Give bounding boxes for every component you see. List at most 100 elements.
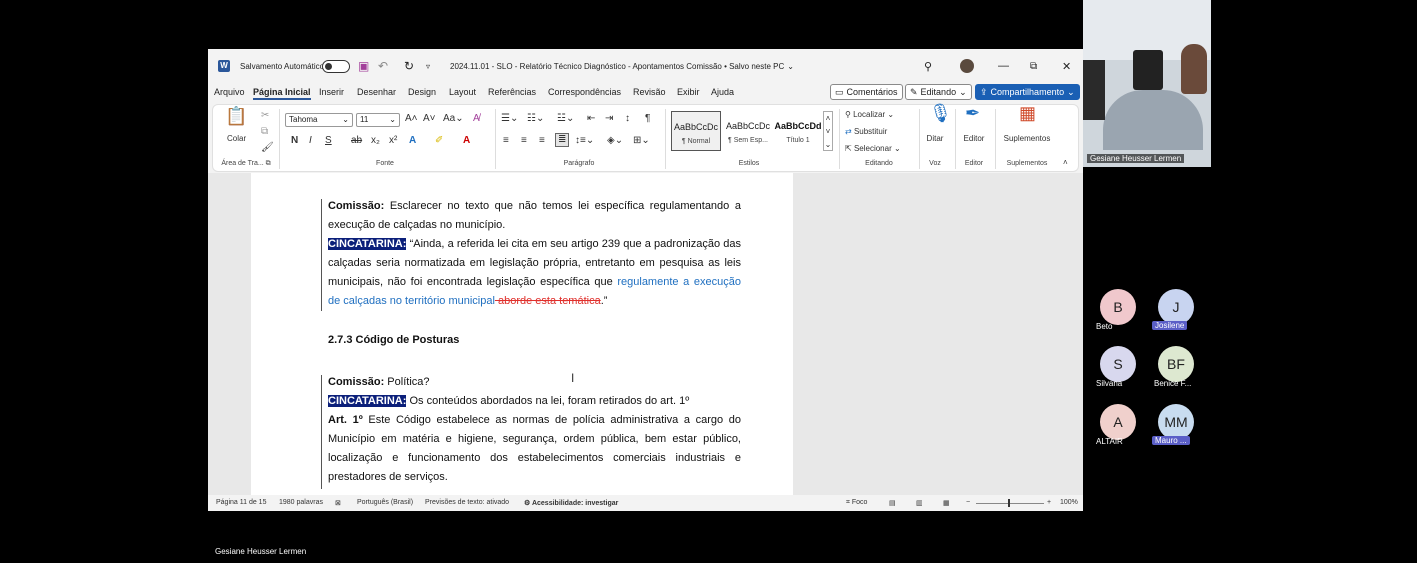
participant-avatar[interactable]: S [1100,346,1136,382]
tab-referencias[interactable]: Referências [488,87,536,97]
change-case-icon[interactable]: Aa⌄ [443,113,464,125]
align-right-icon[interactable]: ≡ [539,135,545,147]
video-feed[interactable]: Gesiane Heusser Lermen [1083,0,1211,167]
language[interactable]: Português (Brasil) [357,499,413,506]
document-title[interactable]: 2024.11.01 - SLO - Relatório Técnico Dia… [450,49,794,83]
dictate-button[interactable]: Ditar [923,133,947,145]
focus-button[interactable]: ⌗ Foco [846,499,867,507]
paste-label[interactable]: Colar [227,133,246,145]
copy-icon[interactable]: ⧉ [261,126,268,138]
word-count[interactable]: 1980 palavras [279,499,323,506]
style-sem-espacamento[interactable]: AaBbCcDc ¶ Sem Esp... [723,111,773,151]
show-marks-icon[interactable]: ¶ [645,113,650,125]
borders-icon[interactable]: ⊞⌄ [633,135,650,147]
line-spacing-icon[interactable]: ↕≡⌄ [575,135,594,147]
bold-icon[interactable]: N [291,135,298,147]
tab-design[interactable]: Design [408,87,436,97]
addins-button[interactable]: Suplementos [999,133,1055,145]
font-name-select[interactable]: Tahoma ⌄ [285,113,353,127]
zoom-in-icon[interactable]: + [1047,499,1051,506]
tab-desenhar[interactable]: Desenhar [357,87,396,97]
print-layout-icon[interactable]: ▥ [916,499,923,507]
styles-scroll[interactable]: ˄ ˅ ⌄ [823,111,833,151]
customize-toolbar-icon[interactable]: ▿ [426,49,430,83]
font-size-select[interactable]: 11 ⌄ [356,113,400,127]
tab-layout[interactable]: Layout [449,87,476,97]
page-count[interactable]: Página 11 de 15 [216,499,266,506]
zoom-level[interactable]: 100% [1060,499,1078,506]
style-titulo-1[interactable]: AaBbCcDd Título 1 [773,111,823,151]
collapse-ribbon-icon[interactable]: ˄ [1063,157,1068,169]
underline-icon[interactable]: S [325,135,332,147]
find-button[interactable]: ⚲ Localizar ⌄ [845,109,894,121]
strikethrough-icon[interactable]: ab [351,135,362,147]
read-mode-icon[interactable]: ▤ [889,499,896,507]
comments-button[interactable]: ▭ Comentários [830,84,903,100]
superscript-icon[interactable]: x² [389,135,397,147]
tab-revisao[interactable]: Revisão [633,87,666,97]
addins-icon[interactable]: ▦ [1019,104,1036,122]
align-left-icon[interactable]: ≡ [503,135,509,147]
participant-avatar[interactable]: B [1100,289,1136,325]
close-icon[interactable]: ✕ [1062,49,1071,83]
tab-exibir[interactable]: Exibir [677,87,700,97]
account-avatar[interactable] [960,49,974,83]
zoom-slider[interactable] [976,503,1044,504]
proofing-icon[interactable]: ⊠ [335,499,341,507]
redo-icon[interactable]: ↻ [404,49,414,83]
microphone-icon[interactable]: 🎙 [929,104,952,122]
numbering-icon[interactable]: ☷⌄ [527,113,544,125]
paragraph-cincatarina-1: CINCATARINA: “Ainda, a referida lei cita… [328,238,742,307]
replace-button[interactable]: ⇄ Substituir [845,126,887,138]
section-heading: 2.7.3 Código de Posturas [328,334,460,346]
share-button[interactable]: ⇪ Compartilhamento ⌄ [975,84,1080,100]
search-icon[interactable]: ⚲ [924,49,932,83]
italic-icon[interactable]: I [309,135,312,147]
highlight-icon[interactable]: ✐ [435,135,443,147]
font-color-icon[interactable]: A [463,135,470,147]
tab-pagina-inicial[interactable]: Página Inicial [253,87,311,100]
multilevel-list-icon[interactable]: ☳⌄ [557,113,574,125]
increase-indent-icon[interactable]: ⇥ [605,113,613,125]
tab-inserir[interactable]: Inserir [319,87,344,97]
participant-avatar[interactable]: MM [1158,404,1194,440]
change-bar [321,375,322,489]
zoom-slider-thumb[interactable] [1008,499,1010,507]
subscript-icon[interactable]: x₂ [371,135,380,147]
restore-icon[interactable]: ⧉ [1030,49,1037,83]
undo-icon[interactable]: ↶ [378,49,388,83]
sort-icon[interactable]: ↕ [625,113,630,125]
select-button[interactable]: ⇱ Selecionar ⌄ [845,143,901,155]
participant-avatar[interactable]: BF [1158,346,1194,382]
minimize-icon[interactable]: — [998,49,1009,83]
text-effects-icon[interactable]: A [409,135,416,147]
participant-avatar[interactable]: A [1100,404,1136,440]
cut-icon[interactable]: ✂ [261,110,269,122]
web-layout-icon[interactable]: ▦ [943,499,950,507]
style-normal[interactable]: AaBbCcDc ¶ Normal [671,111,721,151]
editing-mode-button[interactable]: ✎ Editando ⌄ [905,84,972,100]
format-painter-icon[interactable]: 🖌 [261,142,274,154]
justify-icon[interactable]: ≣ [555,133,570,147]
align-center-icon[interactable]: ≡ [521,135,527,147]
participant-avatar[interactable]: J [1158,289,1194,325]
tab-ajuda[interactable]: Ajuda [711,87,734,97]
document-page[interactable]: Comissão: Esclarecer no texto que não te… [251,173,793,495]
shrink-font-icon[interactable]: A˅ [423,113,436,125]
zoom-out-icon[interactable]: − [966,499,970,506]
tab-correspondencias[interactable]: Correspondências [548,87,621,97]
paste-icon[interactable]: 📋 [225,107,247,125]
text-predictions[interactable]: Previsões de texto: ativado [425,499,509,506]
editor-icon[interactable]: ✒ [965,104,980,122]
grow-font-icon[interactable]: A˄ [405,113,418,125]
clear-formatting-icon[interactable]: A̸ [473,113,480,125]
save-icon[interactable]: ▣ [358,49,369,83]
accessibility-status[interactable]: ⚙ Acessibilidade: investigar [524,499,618,507]
decrease-indent-icon[interactable]: ⇤ [587,113,595,125]
autosave-toggle[interactable] [322,49,350,83]
tab-arquivo[interactable]: Arquivo [214,87,245,97]
shading-icon[interactable]: ◈⌄ [607,135,623,147]
bullets-icon[interactable]: ☰⌄ [501,113,518,125]
paragraph-comissao-1: Comissão: Esclarecer no texto que não te… [328,200,741,231]
editor-button[interactable]: Editor [959,133,989,145]
